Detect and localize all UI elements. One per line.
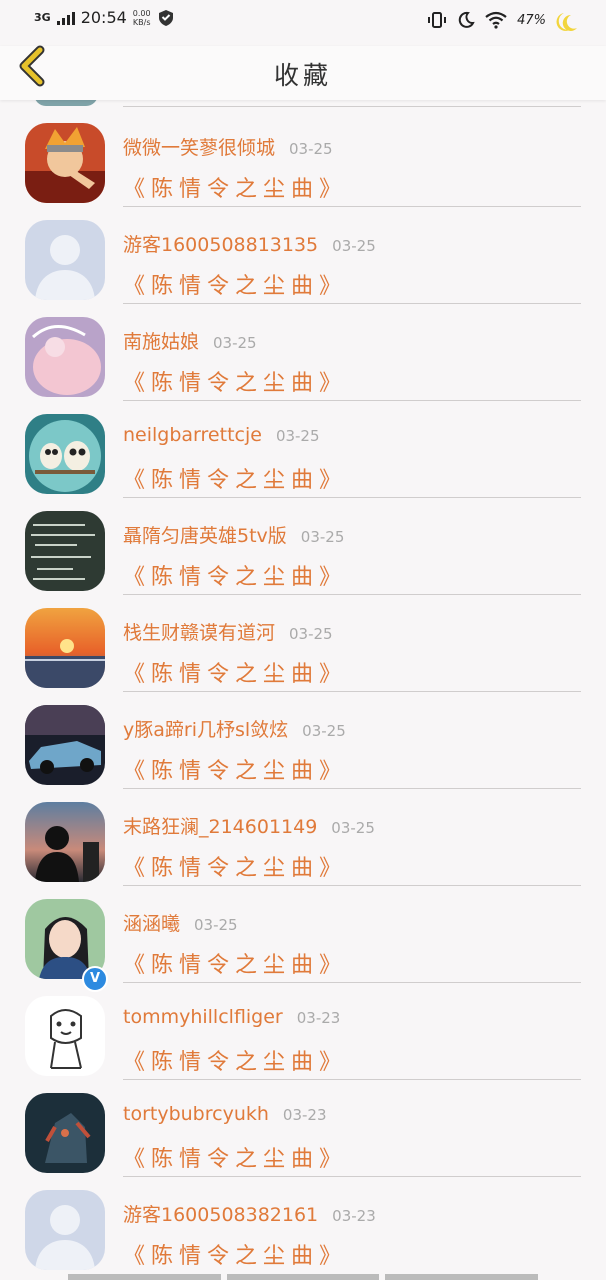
- item-song: 《陈情令之尘曲》: [123, 662, 348, 687]
- item-date: 03-25: [194, 916, 238, 934]
- avatar[interactable]: [25, 123, 105, 203]
- item-date: 03-25: [289, 140, 333, 158]
- moon-icon: [458, 11, 475, 28]
- item-song: 《陈情令之尘曲》: [123, 759, 348, 784]
- header: 收藏: [0, 45, 606, 100]
- list-item[interactable]: tortybubrcyukh 03-23 《陈情令之尘曲》: [0, 1073, 606, 1177]
- item-date: 03-23: [296, 1009, 341, 1027]
- list-item[interactable]: y豚a蹄ri几杼sl敛炫 03-25 《陈情令之尘曲》: [0, 685, 606, 789]
- battery-icon: [556, 13, 577, 31]
- status-time: 20:54: [80, 8, 127, 27]
- item-song: 《陈情令之尘曲》: [123, 177, 348, 202]
- avatar[interactable]: [25, 511, 105, 591]
- net-speed: 0.00 KB/s: [132, 8, 151, 27]
- item-name: 游客1600508382161 03-23: [123, 1204, 376, 1226]
- item-date: 03-25: [302, 722, 346, 740]
- list-item[interactable]: 游客1600508382161 03-23 《陈情令之尘曲》: [0, 1170, 606, 1270]
- item-song: 《陈情令之尘曲》: [123, 856, 348, 881]
- item-name: 末路狂澜_214601149 03-25: [123, 816, 375, 838]
- list-item[interactable]: tommyhillclfliger 03-23 《陈情令之尘曲》: [0, 976, 606, 1080]
- item-name: y豚a蹄ri几杼sl敛炫 03-25: [123, 719, 346, 741]
- list-item[interactable]: 南施姑娘 03-25 《陈情令之尘曲》: [0, 297, 606, 401]
- signal-icon: [56, 11, 75, 25]
- item-date: 03-25: [275, 427, 320, 445]
- item-name: 微微一笑蓼很倾城 03-25: [123, 137, 333, 159]
- item-name: tommyhillclfliger 03-23: [123, 1006, 341, 1028]
- bottom-tab-strip: [68, 1274, 539, 1280]
- wifi-icon: [485, 11, 507, 29]
- network-type: 3G: [34, 11, 51, 24]
- item-name: 栈生财赣谟有道河 03-25: [123, 622, 333, 644]
- item-song: 《陈情令之尘曲》: [123, 371, 348, 396]
- item-song: 《陈情令之尘曲》: [123, 1244, 348, 1269]
- item-name: 游客1600508813135 03-25: [123, 234, 376, 256]
- item-song: 《陈情令之尘曲》: [123, 274, 348, 299]
- item-date: 03-25: [300, 528, 345, 546]
- item-name: 聶隋匀唐英雄5tv版 03-25: [123, 525, 345, 547]
- list-item[interactable]: neilgbarrettcje 03-25 《陈情令之尘曲》: [0, 394, 606, 498]
- status-bar: 3G 20:54 0.00 KB/s 47%: [0, 0, 606, 46]
- avatar[interactable]: [25, 414, 105, 494]
- list-item[interactable]: 聶隋匀唐英雄5tv版 03-25 《陈情令之尘曲》: [0, 491, 606, 595]
- avatar[interactable]: [25, 996, 105, 1076]
- avatar[interactable]: [25, 220, 105, 300]
- avatar[interactable]: [25, 1093, 105, 1173]
- list-item[interactable]: 末路狂澜_214601149 03-25 《陈情令之尘曲》: [0, 782, 606, 886]
- avatar[interactable]: [25, 317, 105, 397]
- avatar[interactable]: [25, 608, 105, 688]
- avatar[interactable]: [25, 1190, 105, 1270]
- item-song: 《陈情令之尘曲》: [123, 468, 348, 493]
- item-date: 03-25: [289, 625, 333, 643]
- list-item[interactable]: 栈生财赣谟有道河 03-25 《陈情令之尘曲》: [0, 588, 606, 692]
- list-item[interactable]: 微微一笑蓼很倾城 03-25 《陈情令之尘曲》: [0, 103, 606, 207]
- item-song: 《陈情令之尘曲》: [123, 953, 348, 978]
- item-name: tortybubrcyukh 03-23: [123, 1103, 327, 1125]
- vibrate-icon: [428, 12, 447, 28]
- item-date: 03-25: [331, 819, 375, 837]
- item-name: neilgbarrettcje 03-25: [123, 424, 320, 446]
- list-item[interactable]: V 涵涵曦 03-25 《陈情令之尘曲》: [0, 879, 606, 992]
- battery-percent: 47%: [517, 12, 546, 28]
- shield-icon: [158, 9, 173, 26]
- item-song: 《陈情令之尘曲》: [123, 565, 348, 590]
- item-date: 03-23: [282, 1106, 327, 1124]
- item-date: 03-23: [332, 1207, 376, 1225]
- item-song: 《陈情令之尘曲》: [123, 1147, 348, 1172]
- avatar[interactable]: [25, 705, 105, 785]
- list-item[interactable]: 游客1600508813135 03-25 《陈情令之尘曲》: [0, 200, 606, 304]
- item-song: 《陈情令之尘曲》: [123, 1050, 348, 1075]
- avatar[interactable]: [25, 802, 105, 882]
- page-title: 收藏: [273, 61, 332, 90]
- item-date: 03-25: [213, 334, 257, 352]
- item-name: 南施姑娘 03-25: [123, 331, 257, 353]
- item-date: 03-25: [332, 237, 376, 255]
- item-name: 涵涵曦 03-25: [123, 913, 238, 935]
